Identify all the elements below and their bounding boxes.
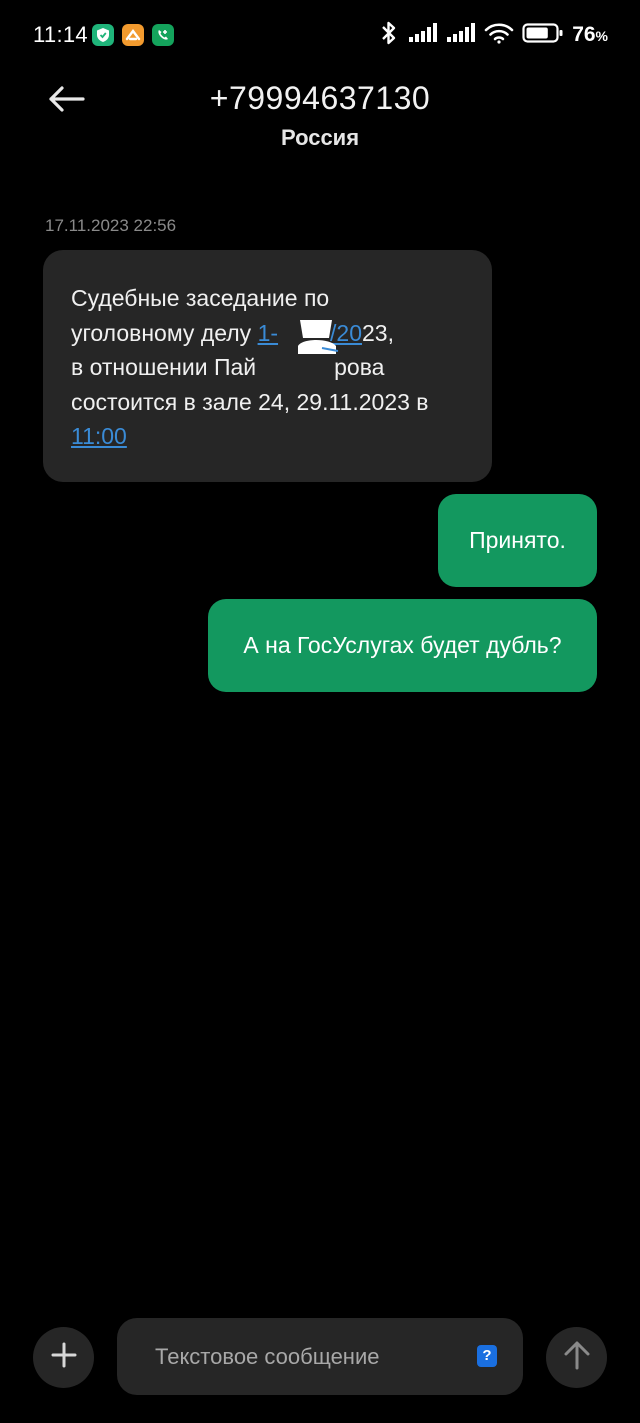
add-attachment-button[interactable] — [33, 1327, 94, 1388]
incoming-line-3: в отношении Пай рова — [71, 350, 464, 385]
incoming-line-2-suffix: 23, — [362, 319, 394, 346]
battery-icon — [522, 22, 564, 49]
outgoing-message-bubble[interactable]: А на ГосУслугах будет дубль? — [208, 599, 597, 692]
battery-value: 76 — [572, 23, 596, 46]
time-link[interactable]: 11:00 — [71, 423, 127, 449]
case-number-link[interactable]: 1- /20 — [258, 320, 362, 346]
message-timestamp: 17.11.2023 22:56 — [45, 216, 177, 235]
send-button[interactable] — [546, 1327, 607, 1388]
incoming-line-3-suffix: рова — [334, 354, 385, 380]
shield-app-icon — [92, 24, 114, 46]
message-input-placeholder: Текстовое сообщение — [155, 1344, 380, 1369]
contact-phone-number[interactable]: +79994637130 — [0, 80, 640, 117]
incoming-line-2-prefix: уголовному делу — [71, 319, 258, 346]
plus-icon — [50, 1341, 78, 1374]
status-time: 11:14 — [33, 22, 88, 47]
incoming-message-bubble[interactable]: Судебные заседание по уголовному делу 1-… — [43, 250, 492, 482]
incoming-line-5: 11:00 — [71, 419, 464, 454]
phone-app-icon — [152, 24, 174, 46]
incoming-line-3-prefix: в отношении Пай — [71, 354, 257, 380]
case-number-link-end: /20 — [330, 319, 363, 346]
signal-icon-1 — [408, 22, 438, 49]
help-badge-icon[interactable]: ? — [477, 1345, 497, 1367]
signal-icon-2 — [446, 22, 476, 49]
status-bar: 11:14 76% — [0, 0, 640, 70]
case-number-link-start: 1- — [257, 319, 279, 346]
incoming-line-2: уголовному делу 1- /2023, — [71, 316, 464, 351]
contact-country: Россия — [280, 125, 360, 150]
message-input[interactable]: Текстовое сообщение ? — [117, 1318, 523, 1395]
arrow-up-icon — [562, 1339, 592, 1376]
incoming-line-4: состоится в зале 24, 29.11.2023 в — [71, 388, 429, 415]
outgoing-message-bubble[interactable]: Принято. — [438, 494, 597, 587]
incoming-line-1: Судебные заседание по — [71, 285, 330, 311]
wifi-icon — [484, 22, 514, 49]
orange-app-icon — [122, 24, 144, 46]
battery-percent-sign: % — [595, 28, 608, 44]
battery-percentage: 76% — [572, 23, 608, 47]
bluetooth-icon — [378, 19, 400, 52]
